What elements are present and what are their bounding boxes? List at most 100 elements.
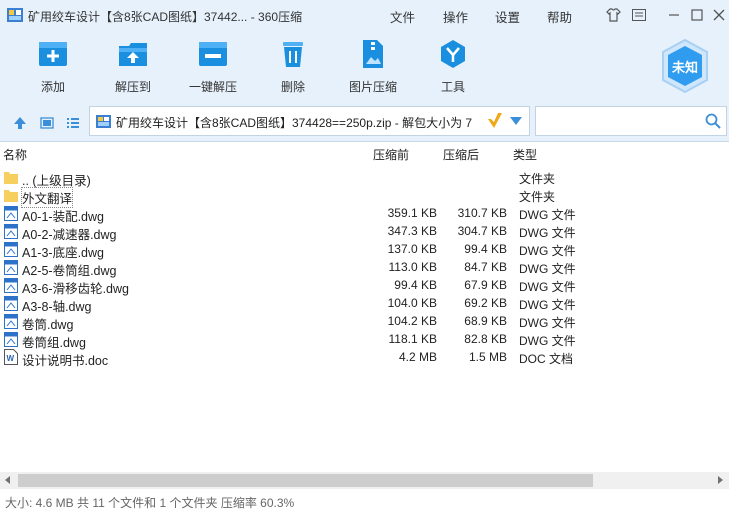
menu-settings[interactable]: 设置 bbox=[495, 7, 520, 26]
file-size-before: 104.2 KB bbox=[387, 314, 437, 328]
file-size-before: 4.2 MB bbox=[398, 350, 437, 364]
file-size-before: 99.4 KB bbox=[394, 278, 437, 292]
file-size-after: 68.9 KB bbox=[464, 314, 507, 328]
scroll-right-icon[interactable] bbox=[715, 475, 725, 485]
minimize-icon bbox=[669, 14, 679, 16]
one-click-extract-label: 一键解压 bbox=[188, 80, 237, 94]
file-size-after: 67.9 KB bbox=[464, 278, 507, 292]
app-logo-icon bbox=[7, 8, 23, 22]
image-compress-button[interactable]: 图片压缩 bbox=[338, 38, 408, 95]
maximize-button[interactable] bbox=[688, 6, 706, 24]
file-row[interactable]: W 设计说明书.doc 4.2 MB 1.5 MB DOC 文档 bbox=[0, 348, 729, 368]
file-size-before: 137.0 KB bbox=[387, 242, 437, 256]
dwg-file-icon bbox=[4, 332, 18, 347]
file-row[interactable]: A2-5-卷筒组.dwg 113.0 KB 84.7 KB DWG 文件 bbox=[0, 258, 729, 278]
menu-button[interactable] bbox=[630, 6, 648, 24]
file-row[interactable]: A3-6-滑移齿轮.dwg 99.4 KB 67.9 KB DWG 文件 bbox=[0, 276, 729, 296]
file-row[interactable]: A3-8-轴.dwg 104.0 KB 69.2 KB DWG 文件 bbox=[0, 294, 729, 314]
file-size-after: 304.7 KB bbox=[457, 224, 507, 238]
column-header-before[interactable]: 压缩前 bbox=[373, 146, 409, 166]
list-view-icon[interactable] bbox=[66, 116, 80, 130]
file-size-before: 118.1 KB bbox=[388, 332, 437, 346]
search-icon[interactable] bbox=[705, 113, 721, 129]
hamburger-icon bbox=[632, 9, 646, 21]
menu-file[interactable]: 文件 bbox=[390, 7, 415, 26]
maximize-icon bbox=[691, 9, 703, 21]
scrollbar-thumb[interactable] bbox=[18, 474, 593, 487]
search-input[interactable] bbox=[540, 111, 700, 131]
up-arrow-icon[interactable] bbox=[13, 116, 27, 130]
extract-to-button[interactable]: 解压到 bbox=[98, 38, 168, 95]
image-zip-icon bbox=[363, 40, 383, 68]
file-size-after: 69.2 KB bbox=[464, 296, 507, 310]
file-type: DWG 文件 bbox=[519, 208, 576, 222]
delete-label: 删除 bbox=[280, 80, 305, 94]
file-row[interactable]: A0-2-减速器.dwg 347.3 KB 304.7 KB DWG 文件 bbox=[0, 222, 729, 242]
file-row-folder[interactable]: 外文翻译 文件夹 bbox=[0, 186, 729, 208]
unknown-status-badge[interactable]: 未知 bbox=[660, 38, 710, 94]
one-click-extract-button[interactable]: 一键解压 bbox=[178, 38, 248, 95]
minimize-button[interactable] bbox=[665, 6, 683, 24]
chevron-down-icon[interactable] bbox=[510, 117, 522, 125]
file-size-after: 99.4 KB bbox=[464, 242, 507, 256]
window-title: 矿用绞车设计【含8张CAD图纸】37442... - 360压缩 bbox=[28, 10, 303, 24]
file-type: DWG 文件 bbox=[519, 244, 576, 258]
add-label: 添加 bbox=[40, 80, 65, 94]
menu-operation[interactable]: 操作 bbox=[443, 7, 468, 26]
delete-button[interactable]: 删除 bbox=[258, 38, 328, 95]
scroll-left-icon[interactable] bbox=[3, 475, 13, 485]
file-size-before: 113.0 KB bbox=[388, 260, 437, 274]
column-header-name[interactable]: 名称 bbox=[3, 146, 27, 166]
close-icon bbox=[713, 9, 725, 21]
file-row[interactable]: A1-3-底座.dwg 137.0 KB 99.4 KB DWG 文件 bbox=[0, 240, 729, 260]
menu-help[interactable]: 帮助 bbox=[547, 7, 572, 26]
dwg-file-icon bbox=[4, 242, 18, 257]
badge-label: 未知 bbox=[671, 60, 698, 75]
file-size-after: 84.7 KB bbox=[464, 260, 507, 274]
title-bar: 矿用绞车设计【含8张CAD图纸】37442... - 360压缩 文件 操作 设… bbox=[0, 0, 729, 30]
file-type: DWG 文件 bbox=[519, 226, 576, 240]
shirt-icon bbox=[605, 8, 621, 22]
dwg-file-icon bbox=[4, 296, 18, 311]
status-bar: 大小: 4.6 MB 共 11 个文件和 1 个文件夹 压缩率 60.3% bbox=[5, 496, 295, 510]
horizontal-scrollbar[interactable] bbox=[0, 472, 729, 489]
address-bar[interactable]: 矿用绞车设计【含8张CAD图纸】374428==250p.zip - 解包大小为… bbox=[89, 106, 530, 136]
close-button[interactable] bbox=[710, 6, 728, 24]
dwg-file-icon bbox=[4, 224, 18, 239]
file-size-before: 347.3 KB bbox=[387, 224, 437, 238]
extract-folder-icon bbox=[119, 43, 147, 66]
file-size-before: 359.1 KB bbox=[387, 206, 437, 220]
dwg-file-icon bbox=[4, 314, 18, 329]
file-size-after: 1.5 MB bbox=[468, 350, 507, 364]
file-list: .. (上级目录) 文件夹 外文翻译 文件夹 A0-1-装配.dwg 359.1… bbox=[0, 168, 729, 368]
file-size-after: 82.8 KB bbox=[464, 332, 507, 346]
file-row-parent[interactable]: .. (上级目录) 文件夹 bbox=[0, 168, 729, 188]
file-type: DWG 文件 bbox=[519, 316, 576, 330]
file-type: 文件夹 bbox=[519, 172, 556, 186]
file-type: 文件夹 bbox=[519, 190, 556, 204]
column-header-type[interactable]: 类型 bbox=[513, 146, 537, 166]
add-button[interactable]: 添加 bbox=[18, 38, 88, 95]
file-row[interactable]: 卷筒.dwg 104.2 KB 68.9 KB DWG 文件 bbox=[0, 312, 729, 332]
file-row[interactable]: 卷筒组.dwg 118.1 KB 82.8 KB DWG 文件 bbox=[0, 330, 729, 350]
file-name: 设计说明书.doc bbox=[22, 354, 109, 368]
extract-to-label: 解压到 bbox=[114, 80, 151, 94]
checkmark-icon bbox=[488, 113, 502, 128]
skin-button[interactable] bbox=[604, 6, 622, 24]
add-file-icon bbox=[39, 42, 67, 66]
file-type: DOC 文档 bbox=[519, 352, 574, 366]
column-header-after[interactable]: 压缩后 bbox=[443, 146, 479, 166]
file-type: DWG 文件 bbox=[519, 280, 576, 294]
trash-icon bbox=[283, 42, 303, 67]
file-size-before: 104.0 KB bbox=[387, 296, 437, 310]
thumbnail-view-icon[interactable] bbox=[40, 116, 54, 130]
folder-icon bbox=[4, 190, 18, 202]
tools-button[interactable]: 工具 bbox=[418, 38, 488, 95]
tools-label: 工具 bbox=[440, 80, 465, 94]
image-compress-label: 图片压缩 bbox=[348, 80, 397, 94]
file-row[interactable]: A0-1-装配.dwg 359.1 KB 310.7 KB DWG 文件 bbox=[0, 204, 729, 224]
top-area: 矿用绞车设计【含8张CAD图纸】37442... - 360压缩 文件 操作 设… bbox=[0, 0, 729, 104]
search-box[interactable] bbox=[535, 106, 727, 136]
file-type: DWG 文件 bbox=[519, 298, 576, 312]
address-path: 矿用绞车设计【含8张CAD图纸】374428==250p.zip - 解包大小为… bbox=[116, 116, 473, 130]
